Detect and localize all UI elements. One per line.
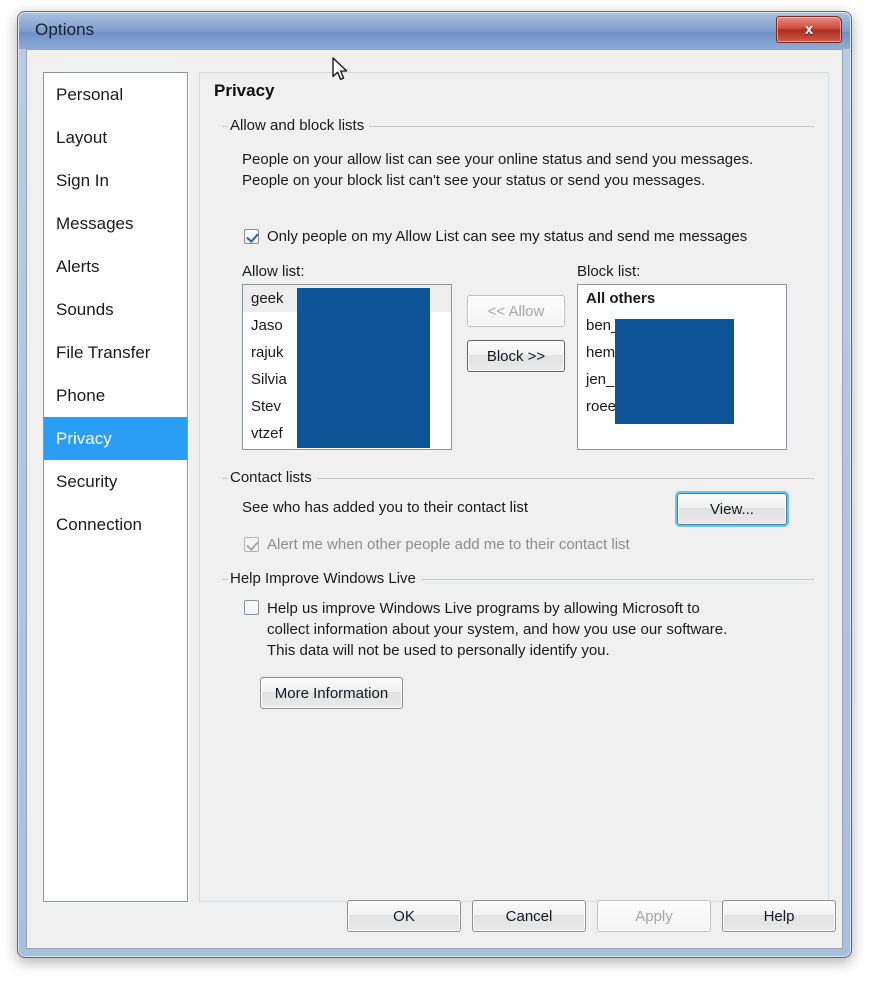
allow-list-label: Allow list: (242, 263, 305, 280)
sidebar-item-label: Privacy (56, 429, 112, 448)
block-list-redaction-overlay (615, 319, 734, 424)
contact-lists-description: See who has added you to their contact l… (242, 499, 529, 516)
sidebar-item-messages[interactable]: Messages (44, 202, 187, 245)
sidebar-item-label: Connection (56, 515, 143, 534)
sidebar-item-label: Messages (56, 214, 134, 233)
help-button-label: Help (763, 907, 795, 925)
apply-button-label: Apply (635, 907, 673, 925)
only-allow-list-checkbox[interactable] (244, 229, 259, 244)
page-title: Privacy (214, 81, 275, 100)
sidebar-item-label: Personal (56, 85, 124, 104)
list-item[interactable]: All others (578, 285, 786, 312)
allow-block-description: People on your allow list can see your o… (242, 151, 754, 189)
sidebar-item-personal[interactable]: Personal (44, 73, 187, 116)
sidebar-item-label: Security (56, 472, 118, 491)
alert-on-add-checkbox-row: Alert me when other people add me to the… (244, 535, 630, 554)
help-button[interactable]: Help (722, 900, 836, 932)
help-improve-checkbox-row[interactable]: Help us improve Windows Live programs by… (244, 598, 737, 661)
sidebar-item-label: Alerts (56, 257, 100, 276)
group-allow-and-block-lists: Allow and block lists (222, 117, 814, 134)
view-button[interactable]: View... (677, 493, 787, 525)
group-label: Contact lists (228, 469, 317, 486)
apply-button: Apply (597, 900, 711, 932)
only-allow-list-checkbox-row[interactable]: Only people on my Allow List can see my … (244, 227, 747, 246)
allow-button-label: << Allow (487, 302, 545, 320)
sidebar-item-sign-in[interactable]: Sign In (44, 159, 187, 202)
ok-button-label: OK (393, 907, 415, 925)
sidebar-item-file-transfer[interactable]: File Transfer (44, 331, 187, 374)
allow-list-redaction-overlay (297, 288, 430, 448)
block-button-label: Block >> (486, 347, 546, 365)
group-help-improve-windows-live: Help Improve Windows Live (222, 570, 814, 587)
sidebar-item-label: Sign In (56, 171, 109, 190)
block-list-label: Block list: (577, 263, 641, 280)
sidebar-item-sounds[interactable]: Sounds (44, 288, 187, 331)
help-improve-checkbox[interactable] (244, 600, 259, 615)
sidebar-item-alerts[interactable]: Alerts (44, 245, 187, 288)
only-allow-list-label: Only people on my Allow List can see my … (267, 228, 748, 245)
sidebar-item-label: Phone (56, 386, 106, 405)
sidebar-item-label: Sounds (56, 300, 114, 319)
settings-category-list[interactable]: Personal Layout Sign In Messages Alerts … (43, 72, 188, 902)
block-button[interactable]: Block >> (467, 340, 565, 372)
close-icon: x (804, 21, 814, 38)
group-label: Allow and block lists (228, 117, 370, 134)
sidebar-item-label: Layout (56, 128, 108, 147)
alert-on-add-checkbox (244, 537, 259, 552)
sidebar-item-layout[interactable]: Layout (44, 116, 187, 159)
more-information-button[interactable]: More Information (260, 677, 403, 709)
sidebar-item-security[interactable]: Security (44, 460, 187, 503)
help-improve-label: Help us improve Windows Live programs by… (267, 600, 728, 659)
view-button-label: View... (710, 500, 754, 518)
more-information-button-label: More Information (274, 684, 389, 702)
dialog-button-bar: OK Cancel Apply Help (27, 886, 842, 948)
cancel-button-label: Cancel (505, 907, 553, 925)
options-window: Options x Personal Layout Sign In Messag… (17, 11, 852, 958)
window-title: Options (35, 20, 95, 39)
privacy-settings-pane: Privacy Allow and block lists People on … (199, 72, 829, 902)
sidebar-item-connection[interactable]: Connection (44, 503, 187, 546)
ok-button[interactable]: OK (347, 900, 461, 932)
alert-on-add-label: Alert me when other people add me to the… (267, 536, 630, 553)
allow-button: << Allow (467, 295, 565, 327)
title-bar: Options x (19, 13, 850, 49)
cancel-button[interactable]: Cancel (472, 900, 586, 932)
dialog-client-area: Personal Layout Sign In Messages Alerts … (26, 49, 843, 949)
close-button[interactable]: x (776, 16, 842, 43)
group-label: Help Improve Windows Live (228, 570, 421, 587)
sidebar-item-privacy[interactable]: Privacy (44, 417, 187, 460)
group-contact-lists: Contact lists (222, 469, 814, 486)
sidebar-item-label: File Transfer (56, 343, 151, 362)
sidebar-item-phone[interactable]: Phone (44, 374, 187, 417)
